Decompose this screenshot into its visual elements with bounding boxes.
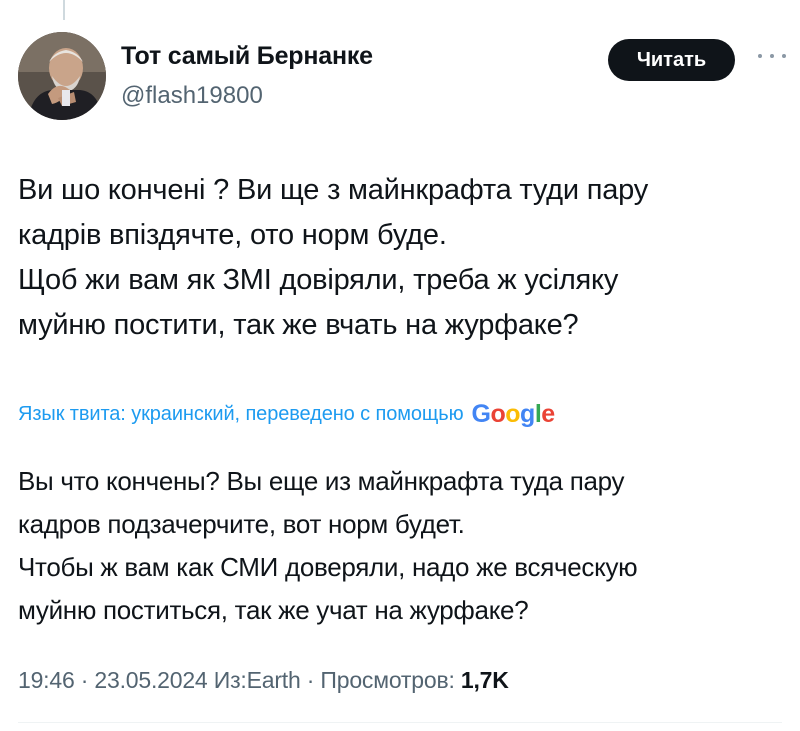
google-letter: e [541,399,555,428]
more-horizontal-icon[interactable] [758,46,786,66]
profile-photo [18,32,106,120]
translated-text: Вы что кончены? Вы еще из майнкрафта туд… [18,460,788,632]
author-name[interactable]: Тот самый Бернанке [121,42,373,71]
views-count[interactable]: 1,7K [461,667,509,693]
tweet-line: Щоб жи вам як ЗМІ довіряли, треба ж усіл… [18,264,619,296]
divider [18,722,782,723]
tweet-text: Ви шо кончені ? Ви ще з майнкрафта туди … [18,168,788,348]
translation-label[interactable]: Язык твита: украинский, переведено с пом… [18,403,464,426]
translated-line: муйню поститься, так же учат на журфаке? [18,595,529,625]
separator: · [300,667,321,693]
tweet-date[interactable]: 23.05.2024 [94,667,207,693]
translated-line: Вы что кончены? Вы еще из майнкрафта туд… [18,466,625,496]
translation-attribution[interactable]: Язык твита: украинский, переведено с пом… [18,397,555,431]
avatar[interactable] [18,32,106,120]
views-label: Просмотров: [320,667,461,693]
google-letter: G [471,399,491,428]
dot [770,54,774,58]
translated-line: Чтобы ж вам как СМИ доверяли, надо же вс… [18,552,638,582]
follow-button[interactable]: Читать [608,39,735,81]
tweet-metadata: 19:46 · 23.05.2024 Из:Earth · Просмотров… [18,667,509,694]
google-letter: g [520,399,535,428]
tweet-line: муйню постити, так же вчать на журфаке? [18,309,579,341]
author-handle[interactable]: @flash19800 [121,82,263,110]
google-letter: o [490,399,506,428]
tweet-time[interactable]: 19:46 [18,667,75,693]
thread-connector-line [63,0,65,20]
google-logo: Google [471,399,556,429]
tweet-line: Ви шо кончені ? Ви ще з майнкрафта туди … [18,174,649,206]
dot [782,54,786,58]
dot [758,54,762,58]
tweet-source: Из:Earth [213,667,301,693]
google-letter: o [505,399,521,428]
tweet-line: кадрів впіздячте, ото норм буде. [18,219,447,251]
separator: · [74,667,95,693]
translated-line: кадров подзачерчите, вот норм будет. [18,509,465,539]
